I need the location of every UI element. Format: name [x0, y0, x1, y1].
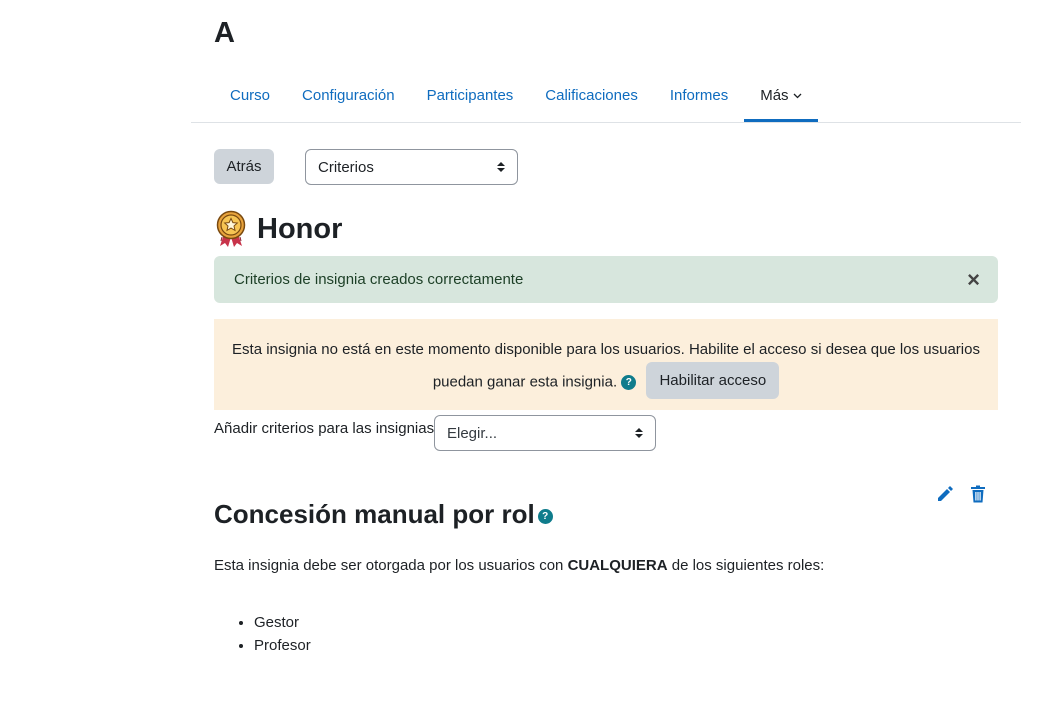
badge-heading: Honor: [214, 210, 342, 248]
edit-pencil-icon[interactable]: [936, 485, 954, 503]
criterion-title: Concesión manual por rol ?: [214, 499, 553, 530]
criterion-desc-strong: CUALQUIERA: [567, 557, 668, 574]
badge-name: Honor: [257, 212, 343, 245]
success-alert-text: Criterios de insignia creados correctame…: [234, 271, 524, 288]
course-nav-tabs: Curso Configuración Participantes Califi…: [214, 72, 818, 122]
tab-mas[interactable]: Más: [744, 72, 818, 122]
add-criteria-select-value: Elegir...: [447, 424, 498, 442]
roles-list: Gestor Profesor: [214, 611, 311, 657]
tab-mas-label: Más: [760, 87, 789, 104]
course-title: A: [214, 17, 235, 49]
warning-alert-text: Esta insignia no está en este momento di…: [232, 341, 980, 391]
tab-calificaciones[interactable]: Calificaciones: [529, 72, 654, 122]
criterion-desc-before: Esta insignia debe ser otorgada por los …: [214, 557, 568, 574]
back-button[interactable]: Atrás: [214, 149, 274, 184]
criterion-desc-after: de los siguientes roles:: [667, 557, 825, 574]
medal-icon: [216, 210, 246, 247]
criteria-select[interactable]: Criterios: [305, 149, 518, 185]
help-icon[interactable]: ?: [537, 509, 553, 524]
select-arrows-icon: [635, 428, 643, 438]
help-icon[interactable]: ?: [621, 375, 637, 390]
tab-participantes[interactable]: Participantes: [411, 72, 530, 122]
add-criteria-label: Añadir criterios para las insignias: [214, 420, 435, 437]
criterion-title-text: Concesión manual por rol: [214, 499, 535, 529]
list-item: Gestor: [254, 611, 311, 634]
enable-access-button[interactable]: Habilitar acceso: [646, 362, 780, 399]
criterion-description: Esta insignia debe ser otorgada por los …: [214, 557, 824, 574]
trash-icon[interactable]: [970, 485, 986, 503]
close-icon[interactable]: ×: [967, 268, 980, 291]
warning-alert: Esta insignia no está en este momento di…: [214, 319, 998, 410]
tabs-divider: [191, 122, 1021, 123]
tab-configuracion[interactable]: Configuración: [286, 72, 411, 122]
add-criteria-select[interactable]: Elegir...: [434, 415, 656, 451]
success-alert: Criterios de insignia creados correctame…: [214, 256, 998, 303]
chevron-down-icon: [793, 93, 802, 98]
tab-curso[interactable]: Curso: [214, 72, 286, 122]
select-arrows-icon: [497, 162, 505, 172]
criteria-select-value: Criterios: [318, 158, 374, 176]
tab-informes[interactable]: Informes: [654, 72, 744, 122]
list-item: Profesor: [254, 634, 311, 657]
